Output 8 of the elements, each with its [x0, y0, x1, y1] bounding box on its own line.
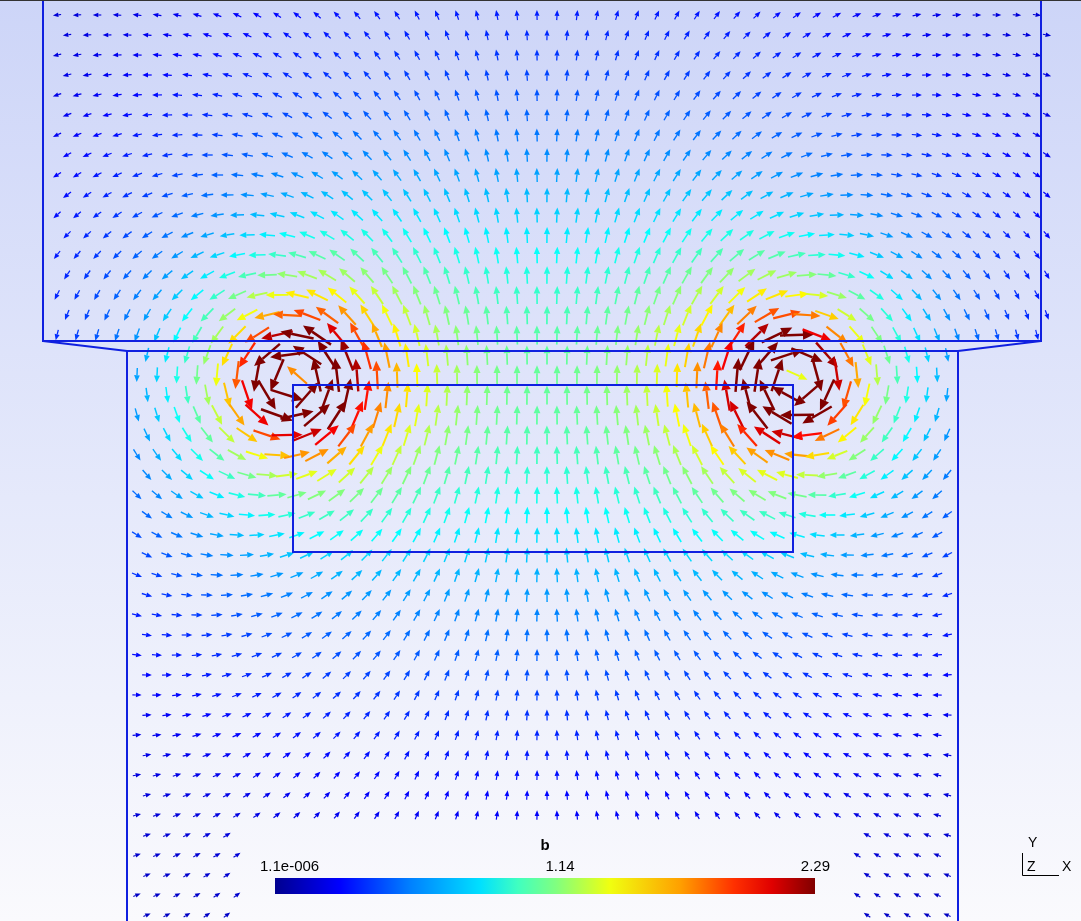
legend-title: b [540, 837, 550, 852]
axes-triad-icon [1022, 853, 1059, 876]
y-axis-label: Y [1028, 835, 1038, 849]
legend-max-label: 2.29 [800, 858, 830, 873]
x-axis-label: X [1062, 859, 1072, 873]
z-axis-label: Z [1027, 859, 1036, 873]
legend-min-label: 1.1e-006 [260, 858, 320, 873]
legend-mid-label: 1.14 [545, 858, 575, 873]
